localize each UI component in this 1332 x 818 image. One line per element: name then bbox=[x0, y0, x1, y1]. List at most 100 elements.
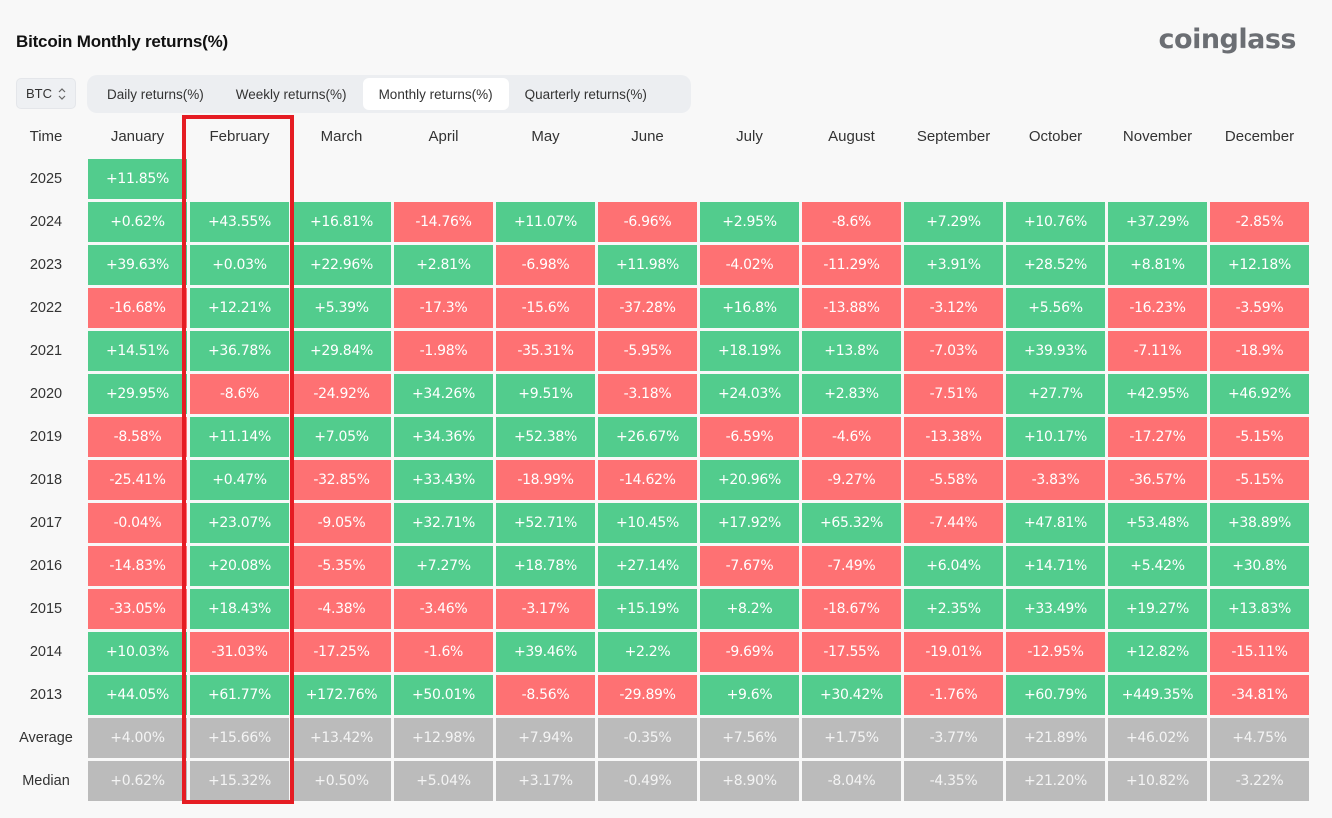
column-header-july: July bbox=[736, 127, 763, 145]
return-cell: +60.79% bbox=[1006, 675, 1105, 715]
summary-cell: +4.75% bbox=[1210, 718, 1309, 758]
row-label: 2025 bbox=[29, 171, 63, 187]
row-label: 2021 bbox=[29, 343, 63, 359]
row-label: 2017 bbox=[29, 515, 63, 531]
return-cell: -5.15% bbox=[1210, 460, 1309, 500]
empty-cell bbox=[904, 159, 1003, 199]
return-cell: +8.2% bbox=[700, 589, 799, 629]
column-header-november: November bbox=[1122, 127, 1193, 145]
return-cell: +33.43% bbox=[394, 460, 493, 500]
return-cell: +30.42% bbox=[802, 675, 901, 715]
return-cell: +11.85% bbox=[88, 159, 187, 199]
return-cell: +23.07% bbox=[190, 503, 289, 543]
summary-cell: +4.00% bbox=[88, 718, 187, 758]
return-cell: +2.81% bbox=[394, 245, 493, 285]
return-cell: +12.21% bbox=[190, 288, 289, 328]
return-cell: +36.78% bbox=[190, 331, 289, 371]
empty-cell bbox=[598, 159, 697, 199]
row-label: 2023 bbox=[29, 257, 63, 273]
return-cell: -0.04% bbox=[88, 503, 187, 543]
row-label: 2020 bbox=[29, 386, 63, 402]
return-cell: +2.83% bbox=[802, 374, 901, 414]
return-cell: +39.63% bbox=[88, 245, 187, 285]
return-cell: -3.83% bbox=[1006, 460, 1105, 500]
summary-cell: +12.98% bbox=[394, 718, 493, 758]
return-cell: -4.02% bbox=[700, 245, 799, 285]
return-cell: +28.52% bbox=[1006, 245, 1105, 285]
row-label: Median bbox=[22, 773, 70, 789]
return-cell: -6.96% bbox=[598, 202, 697, 242]
return-cell: -14.62% bbox=[598, 460, 697, 500]
return-cell: +5.42% bbox=[1108, 546, 1207, 586]
table-row-2021: 2021 +14.51% +36.78% +29.84% -1.98% -35.31% -5… bbox=[7, 331, 1309, 371]
column-header-october: October bbox=[1028, 127, 1083, 145]
return-cell: -18.99% bbox=[496, 460, 595, 500]
empty-cell bbox=[802, 159, 901, 199]
header-row: Time January February March April May June Jul… bbox=[7, 116, 1309, 156]
chevron-up-down-icon bbox=[58, 87, 66, 100]
return-cell: -5.35% bbox=[292, 546, 391, 586]
tab-daily-returns[interactable]: Daily returns(%) bbox=[91, 78, 220, 110]
return-cell: +12.18% bbox=[1210, 245, 1309, 285]
return-cell: -17.3% bbox=[394, 288, 493, 328]
return-cell: -2.85% bbox=[1210, 202, 1309, 242]
row-label: Average bbox=[19, 730, 73, 746]
return-cell: -7.11% bbox=[1108, 331, 1207, 371]
return-cell: -7.67% bbox=[700, 546, 799, 586]
return-cell: +0.47% bbox=[190, 460, 289, 500]
column-header-february: February bbox=[209, 127, 270, 145]
return-cell: +13.83% bbox=[1210, 589, 1309, 629]
summary-cell: +15.66% bbox=[190, 718, 289, 758]
tab-monthly-returns[interactable]: Monthly returns(%) bbox=[362, 78, 509, 110]
return-cell: -37.28% bbox=[598, 288, 697, 328]
return-cell: +11.07% bbox=[496, 202, 595, 242]
summary-cell: +13.42% bbox=[292, 718, 391, 758]
return-cell: -6.98% bbox=[496, 245, 595, 285]
return-cell: +2.35% bbox=[904, 589, 1003, 629]
summary-cell: +0.50% bbox=[292, 761, 391, 801]
return-cell: -36.57% bbox=[1108, 460, 1207, 500]
return-cell: +16.8% bbox=[700, 288, 799, 328]
summary-cell: +15.32% bbox=[190, 761, 289, 801]
table-row-2019: 2019 -8.58% +11.14% +7.05% +34.36% +52.38% +26… bbox=[7, 417, 1309, 457]
return-cell: +24.03% bbox=[700, 374, 799, 414]
return-cell: +449.35% bbox=[1108, 675, 1207, 715]
tab-quarterly-returns[interactable]: Quarterly returns(%) bbox=[509, 78, 663, 110]
return-cell: +12.82% bbox=[1108, 632, 1207, 672]
coinglass-logo: coinglass bbox=[1158, 24, 1297, 55]
table-row-2020: 2020 +29.95% -8.6% -24.92% +34.26% +9.51% -3.1… bbox=[7, 374, 1309, 414]
summary-cell: +3.17% bbox=[496, 761, 595, 801]
returns-heatmap-table: Time January February March April May June Jul… bbox=[4, 113, 1312, 804]
return-cell: +18.19% bbox=[700, 331, 799, 371]
empty-cell bbox=[190, 159, 289, 199]
return-cell: +0.03% bbox=[190, 245, 289, 285]
return-cell: +30.8% bbox=[1210, 546, 1309, 586]
return-cell: -3.12% bbox=[904, 288, 1003, 328]
row-label: 2022 bbox=[29, 300, 63, 316]
return-cell: +8.81% bbox=[1108, 245, 1207, 285]
column-header-march: March bbox=[320, 127, 363, 145]
return-cell: +42.95% bbox=[1108, 374, 1207, 414]
empty-cell bbox=[1108, 159, 1207, 199]
return-cell: -1.76% bbox=[904, 675, 1003, 715]
return-cell: +11.14% bbox=[190, 417, 289, 457]
table-row-2016: 2016 -14.83% +20.08% -5.35% +7.27% +18.78% +27… bbox=[7, 546, 1309, 586]
return-cell: +19.27% bbox=[1108, 589, 1207, 629]
return-cell: +33.49% bbox=[1006, 589, 1105, 629]
returns-tabs: Daily returns(%) Weekly returns(%) Month… bbox=[87, 75, 691, 113]
return-cell: -32.85% bbox=[292, 460, 391, 500]
coin-select[interactable]: BTC bbox=[16, 78, 76, 109]
return-cell: -3.59% bbox=[1210, 288, 1309, 328]
return-cell: +43.55% bbox=[190, 202, 289, 242]
return-cell: +17.92% bbox=[700, 503, 799, 543]
table-row-2014: 2014 +10.03% -31.03% -17.25% -1.6% +39.46% +2.… bbox=[7, 632, 1309, 672]
return-cell: +39.93% bbox=[1006, 331, 1105, 371]
summary-cell: -8.04% bbox=[802, 761, 901, 801]
return-cell: +47.81% bbox=[1006, 503, 1105, 543]
return-cell: +39.46% bbox=[496, 632, 595, 672]
return-cell: -5.15% bbox=[1210, 417, 1309, 457]
column-header-september: September bbox=[916, 127, 991, 145]
tab-weekly-returns[interactable]: Weekly returns(%) bbox=[220, 78, 363, 110]
return-cell: +9.51% bbox=[496, 374, 595, 414]
return-cell: +27.14% bbox=[598, 546, 697, 586]
